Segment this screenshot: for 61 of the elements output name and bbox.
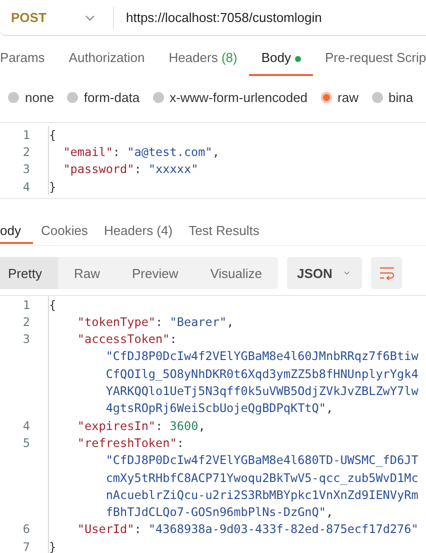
response-tab[interactable]: Test Results xyxy=(180,218,268,244)
code-line: "accessToken": xyxy=(77,332,177,346)
view-mode-tab[interactable]: Preview xyxy=(116,257,194,290)
header-count: (8) xyxy=(221,50,238,65)
code-line: "UserId": "4368938a-9d03-433f-82ed-875ecf17d276" xyxy=(77,522,418,536)
request-tab[interactable]: Authorization xyxy=(56,50,157,76)
chevron-down-icon[interactable] xyxy=(85,14,95,20)
line-number: 2 xyxy=(22,144,31,159)
radio-label: none xyxy=(25,90,54,104)
response-tab[interactable]: ody xyxy=(0,218,33,244)
code-line: "email": "a@test.com", xyxy=(63,144,220,159)
code-line: } xyxy=(49,180,56,194)
format-dropdown[interactable]: JSON xyxy=(287,257,362,290)
view-mode-tab[interactable]: Pretty xyxy=(0,257,58,290)
code-line: CfQOIlg_5O8yNhDKR0t6Xqd3ymZZ5b8fHNUnplyrYgk4 xyxy=(106,366,418,381)
request-tab[interactable]: Params xyxy=(0,50,57,76)
code-line: cmXy5tRHbfC8ACP71Ywoqu2BkTwV5-qcc_zub5WvD1Mc xyxy=(106,470,418,484)
code-line: "CfDJ8P0DcIw4f2VElYGBaM8e4l680TD-UWSMC_fD6JT xyxy=(106,453,418,468)
line-number: 1 xyxy=(22,298,31,312)
radio-button[interactable] xyxy=(8,92,19,102)
code-line: "refreshToken": xyxy=(77,436,184,450)
line-number: 1 xyxy=(22,128,31,142)
code-line: { xyxy=(49,128,56,142)
line-number: 4 xyxy=(22,180,31,194)
code-line: nAcueblrZiQcu-u2ri2S3RbMBYpkc1VnXnZd9IENVyRm xyxy=(106,488,418,502)
radio-label: form-data xyxy=(84,90,140,104)
line-number: 3 xyxy=(22,332,31,346)
code-line: { xyxy=(49,298,56,312)
method-dropdown[interactable]: POST xyxy=(0,10,81,25)
code-line: "CfDJ8P0DcIw4f2VElYGBaM8e4l60JMnbRRqz7f6Btiw xyxy=(106,349,418,364)
url-field[interactable]: https://localhost:7058/customlogin xyxy=(126,10,322,25)
radio-label: x-www-form-urlencoded xyxy=(170,90,308,104)
wrap-lines-button[interactable] xyxy=(371,257,402,290)
code-line: "password": "xxxxx" xyxy=(63,162,198,176)
wrap-lines-icon xyxy=(378,266,395,280)
radio-button[interactable] xyxy=(152,92,164,102)
radio-button[interactable] xyxy=(320,92,332,102)
line-number: 6 xyxy=(22,522,31,536)
response-tab[interactable]: Headers (4) xyxy=(96,218,181,244)
line-number: 5 xyxy=(22,436,31,450)
line-number: 4 xyxy=(22,418,31,433)
code-line: YARKQQlo1UeTj5N3qff0k5uVWB5OdjZVkJvZBLZwY7lw xyxy=(106,384,418,398)
code-line: "tokenType": "Bearer", xyxy=(77,314,234,329)
line-number: 3 xyxy=(22,162,31,176)
radio-label: raw xyxy=(338,90,358,104)
radio-button[interactable] xyxy=(66,92,78,102)
chevron-down-icon xyxy=(344,270,350,276)
radio-button[interactable] xyxy=(372,92,382,102)
code-line: } xyxy=(49,540,56,553)
code-line: "expiresIn": 3600, xyxy=(77,418,206,433)
request-tab[interactable]: Headers (8) xyxy=(156,50,250,76)
request-tab[interactable]: Pre-request Scrip xyxy=(312,50,426,76)
line-number: 2 xyxy=(22,314,31,329)
view-mode-tab[interactable]: Raw xyxy=(58,257,116,290)
request-tab[interactable]: Body xyxy=(249,50,313,76)
line-number: 7 xyxy=(22,540,31,553)
code-line: 4gtsROpRj6WeiScbUojeQgBDPqKTtQ", xyxy=(106,401,334,416)
view-mode-tab[interactable]: Visualize xyxy=(194,257,278,290)
radio-label: bina xyxy=(388,90,414,104)
response-tab[interactable]: Cookies xyxy=(32,218,96,244)
code-line: fBhTJdCLQo7-GOSn96mbPlNs-DzGnQ", xyxy=(106,505,334,520)
